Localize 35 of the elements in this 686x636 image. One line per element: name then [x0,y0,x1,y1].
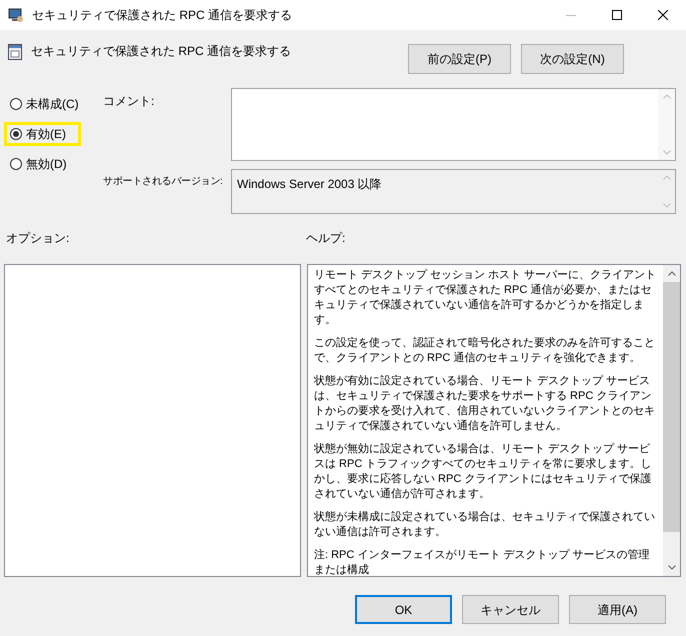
close-icon [658,10,668,20]
scroll-thumb[interactable] [663,282,680,532]
dialog-button[interactable]: キャンセル [462,595,559,624]
minimize-icon [566,14,576,16]
supported-label: サポートされるバージョン: [103,176,223,187]
radio-option[interactable]: 未構成(C) [9,92,86,116]
scrollbar[interactable] [663,265,680,576]
help-text: 状態が無効に設定されている場合は、リモート デスクトップ サービスは RPC トラフィックすべてのセキュリティを常に要求します。しかし、要求に応答しない RPC クライアントにはセキュリティで保護されていない通信が許可されます。 [314,442,652,502]
help-label: ヘルプ: [306,230,346,247]
setting-title: セキュリティで保護された RPC 通信を要求する [31,43,292,60]
dialog-button[interactable]: 適用(A) [569,595,666,624]
nav-button[interactable]: 次の設定(N) [521,44,624,74]
help-text: 状態が未構成に設定されている場合は、セキュリティで保護されていない通信は許可されます。 [314,510,656,540]
scroll-down-icon [668,565,676,570]
help-text: 状態が有効に設定されている場合、リモート デスクトップ サービスは、セキュリティで保護された要求をサポートする RPC クライアントからの要求を受け入れて、信用されていないクライアントとのセキュリティで保護されていない通信を許可しません。 [314,374,656,434]
scroll-down-icon [662,150,670,155]
options-label: オプション: [5,230,70,247]
help-text: 注: RPC インターフェイスがリモート デスクトップ サービスの管理または構成 [314,548,651,576]
help-text: リモート デスクトップ セッション ホスト サーバーに、クライアントすべてとのセキュリティで保護された RPC 通信が必要か、またはセキュリティで保護されていない通信を許可するかどうかを指定します。 [314,268,657,328]
dialog-button[interactable]: OK [355,595,452,624]
radio-option[interactable]: 有効(E) [4,122,81,146]
scroll-up-icon [668,271,676,276]
scroll-up-icon [662,175,670,180]
comment-label: コメント: [102,93,156,110]
radio-option[interactable]: 無効(D) [9,152,86,176]
scroll-up-icon [662,94,670,99]
supported-value: Windows Server 2003 以降 [236,176,383,193]
computer-icon [8,7,24,23]
window-title: セキュリティで保護された RPC 通信を要求する [32,7,292,24]
scroll-down-icon [662,203,670,208]
policy-icon [8,44,22,60]
nav-button[interactable]: 前の設定(P) [408,44,512,74]
help-text: この設定を使って、認証されて暗号化された要求のみを許可することで、クライアントとの RPC 通信のセキュリティを強化できます。 [314,336,656,366]
comment-field[interactable] [231,88,676,161]
maximize-icon [612,10,622,20]
